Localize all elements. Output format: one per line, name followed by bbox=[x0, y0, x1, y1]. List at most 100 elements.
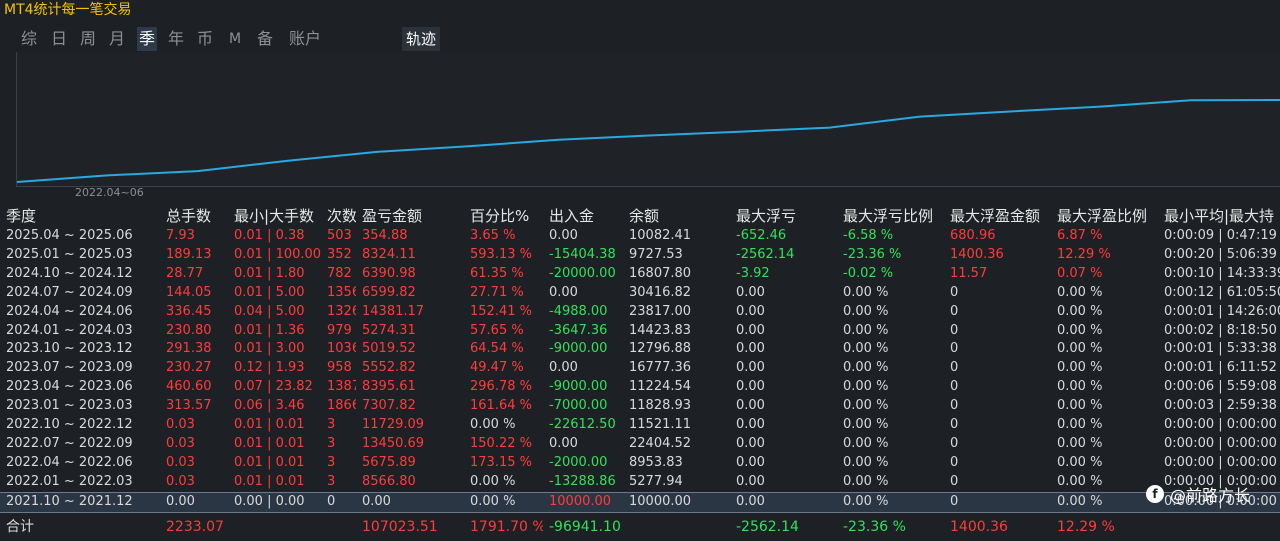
table-cell: 0 bbox=[950, 322, 959, 338]
table-cell: -20000.00 bbox=[549, 265, 616, 281]
table-cell: 0.00 | 0.00 bbox=[228, 491, 321, 513]
table-cell: 5675.89 bbox=[362, 454, 416, 470]
table-cell: 5019.52 bbox=[362, 341, 416, 357]
table-row[interactable]: 2024.04 ~ 2024.06 336.45 0.04 | 5.00 1326 14… bbox=[0, 303, 1280, 322]
table-row[interactable]: 2022.04 ~ 2022.06 0.03 0.01 | 0.01 3 5675.89… bbox=[0, 454, 1280, 473]
table-cell: 0.00 bbox=[736, 303, 765, 319]
table-cell: -22612.50 bbox=[549, 417, 616, 433]
table-cell: 0:00:01 | 6:11:52 bbox=[1164, 360, 1277, 376]
table-cell: 0.01 | 0.01 bbox=[234, 473, 305, 489]
table-cell: 2021.10 ~ 2021.12 bbox=[0, 491, 160, 513]
table-cell: 0:00:01 | 5:33:38 bbox=[1164, 341, 1277, 357]
table-cell: 2022.10 ~ 2022.12 bbox=[6, 417, 133, 433]
table-cell: 5552.82 bbox=[362, 360, 416, 376]
column-header[interactable]: 百分比% bbox=[464, 205, 543, 227]
total-cell bbox=[321, 512, 356, 541]
tab-currency[interactable]: 币 bbox=[197, 27, 213, 51]
table-cell: 49.47 % bbox=[470, 360, 524, 376]
column-header[interactable]: 最大浮亏比例 bbox=[837, 205, 944, 227]
tab-day[interactable]: 日 bbox=[51, 27, 67, 51]
table-cell: 1866 bbox=[327, 398, 356, 414]
table-cell: 0.01 | 3.00 bbox=[234, 341, 305, 357]
table-cell: 0.00 % bbox=[843, 322, 889, 338]
table-cell: 0.00 bbox=[549, 435, 578, 451]
table-cell: 2022.01 ~ 2022.03 bbox=[6, 473, 133, 489]
table-cell: 2022.07 ~ 2022.09 bbox=[6, 435, 133, 451]
table-row[interactable]: 2023.01 ~ 2023.03 313.57 0.06 | 3.46 1866 73… bbox=[0, 397, 1280, 416]
brand-logo-icon: f bbox=[1146, 485, 1164, 503]
app-title: MT4统计每一笔交易 bbox=[4, 2, 132, 18]
table-cell: 3 bbox=[327, 435, 336, 451]
tab-backup[interactable]: 备 bbox=[257, 27, 273, 51]
table-row[interactable]: 2023.04 ~ 2023.06 460.60 0.07 | 23.82 1387 8… bbox=[0, 378, 1280, 397]
column-header[interactable]: 盈亏金额 bbox=[356, 205, 464, 227]
table-cell: 0.00 bbox=[736, 454, 765, 470]
table-cell: 11729.09 bbox=[362, 417, 425, 433]
table-row[interactable]: 2021.10 ~ 2021.12 0.00 0.00 | 0.00 0 0.00 0.0… bbox=[0, 491, 1280, 513]
table-cell: 0.00 % bbox=[843, 417, 889, 433]
table-cell: 14423.83 bbox=[629, 322, 692, 338]
table-cell: 7.93 bbox=[166, 228, 195, 243]
table-cell: -4988.00 bbox=[549, 303, 608, 319]
table-cell: 0:00:20 | 5:06:39 bbox=[1164, 246, 1277, 262]
table-row[interactable]: 2022.01 ~ 2022.03 0.03 0.01 | 0.01 3 8566.80… bbox=[0, 473, 1280, 492]
equity-line bbox=[17, 99, 1280, 183]
column-header[interactable]: 次数 bbox=[321, 205, 356, 227]
tab-account[interactable]: 账户 bbox=[289, 27, 321, 51]
table-cell: 782 bbox=[327, 265, 352, 281]
table-cell: 0:00:12 | 61:05:50 bbox=[1164, 284, 1280, 300]
table-cell: 1356 bbox=[327, 284, 356, 300]
total-cell: -23.36 % bbox=[843, 518, 906, 535]
table-cell: 0.00 % bbox=[470, 417, 516, 433]
column-header[interactable]: 最大浮亏 bbox=[730, 205, 837, 227]
table-row[interactable]: 2024.07 ~ 2024.09 144.05 0.01 | 5.00 1356 65… bbox=[0, 284, 1280, 303]
table-cell: 10082.41 bbox=[629, 228, 692, 243]
table-cell: 313.57 bbox=[166, 398, 212, 414]
table-cell: 11.57 bbox=[950, 265, 988, 281]
tab-summary[interactable]: 综 bbox=[21, 27, 37, 51]
column-header[interactable]: 出入金 bbox=[543, 205, 623, 227]
watermark-text: @前路方长 bbox=[1170, 486, 1251, 505]
column-header[interactable]: 总手数 bbox=[160, 205, 228, 227]
table-cell: 2022.04 ~ 2022.06 bbox=[6, 454, 133, 470]
table-row[interactable]: 2022.07 ~ 2022.09 0.03 0.01 | 0.01 3 13450.6… bbox=[0, 435, 1280, 454]
table-cell: 1326 bbox=[327, 303, 356, 319]
table-cell: 0.00 bbox=[736, 398, 765, 414]
table-cell: 0 bbox=[950, 284, 959, 300]
tab-week[interactable]: 周 bbox=[80, 27, 96, 51]
table-cell: 144.05 bbox=[166, 284, 212, 300]
tab-year[interactable]: 年 bbox=[168, 27, 184, 51]
table-cell: 0.01 | 0.01 bbox=[234, 435, 305, 451]
column-header[interactable]: 最小平均|最大持 bbox=[1158, 205, 1280, 227]
table-cell: 3 bbox=[327, 454, 336, 470]
table-cell: 0 bbox=[950, 341, 959, 357]
table-cell: 2024.10 ~ 2024.12 bbox=[6, 265, 133, 281]
table-cell: 0:00:10 | 14:33:39 bbox=[1164, 265, 1280, 281]
table-row[interactable]: 2024.01 ~ 2024.03 230.80 0.01 | 1.36 979 527… bbox=[0, 322, 1280, 341]
table-row[interactable]: 2023.07 ~ 2023.09 230.27 0.12 | 1.93 958 555… bbox=[0, 359, 1280, 378]
table-cell: 61.35 % bbox=[470, 265, 524, 281]
table-row[interactable]: 2022.10 ~ 2022.12 0.03 0.01 | 0.01 3 11729.0… bbox=[0, 416, 1280, 435]
tab-quarter[interactable]: 季 bbox=[137, 27, 158, 51]
column-header[interactable]: 最大浮盈金额 bbox=[944, 205, 1051, 227]
table-cell: 1036 bbox=[327, 341, 356, 357]
tab-month[interactable]: 月 bbox=[109, 27, 125, 51]
table-cell: 296.78 % bbox=[470, 379, 532, 395]
column-header[interactable]: 最小|大手数 bbox=[228, 205, 321, 227]
table-row[interactable]: 2024.10 ~ 2024.12 28.77 0.01 | 1.80 782 6390… bbox=[0, 265, 1280, 284]
table-cell: 0.06 | 3.46 bbox=[234, 398, 305, 414]
table-cell: 0 bbox=[321, 491, 356, 513]
tab-track[interactable]: 轨迹 bbox=[402, 27, 441, 51]
table-row[interactable]: 2025.04 ~ 2025.06 7.93 0.01 | 0.38 503 354.8… bbox=[0, 227, 1280, 246]
table-row[interactable]: 2023.10 ~ 2023.12 291.38 0.01 | 3.00 1036 50… bbox=[0, 340, 1280, 359]
table-cell: 0.00 % bbox=[843, 398, 889, 414]
column-header[interactable]: 季度 bbox=[0, 205, 160, 227]
table-cell: 27.71 % bbox=[470, 284, 524, 300]
table-cell: 12796.88 bbox=[629, 341, 692, 357]
total-cell: 107023.51 bbox=[362, 518, 438, 535]
table-row[interactable]: 2025.01 ~ 2025.03 189.13 0.01 | 100.00 352 8… bbox=[0, 246, 1280, 265]
column-header[interactable]: 最大浮盈比例 bbox=[1051, 205, 1158, 227]
table-cell: 0 bbox=[950, 435, 959, 451]
tab-m[interactable]: M bbox=[229, 27, 241, 51]
column-header[interactable]: 余额 bbox=[623, 205, 730, 227]
